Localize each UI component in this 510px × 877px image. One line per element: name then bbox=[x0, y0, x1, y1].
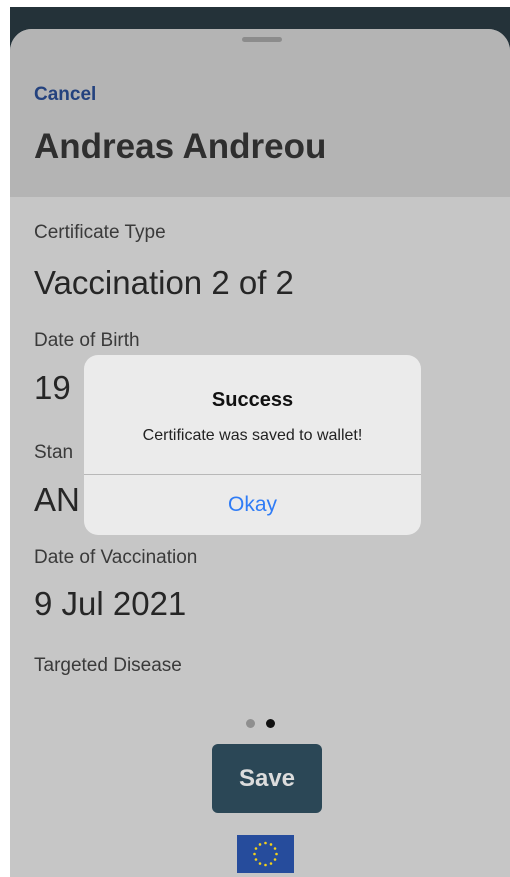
alert-message: Certificate was saved to wallet! bbox=[142, 427, 363, 444]
okay-button[interactable]: Okay bbox=[84, 475, 421, 535]
screen: Cancel Andreas Andreou Certificate Type … bbox=[0, 0, 510, 877]
alert-title: Success bbox=[211, 389, 294, 411]
success-alert: Success Certificate was saved to wallet!… bbox=[84, 355, 421, 535]
